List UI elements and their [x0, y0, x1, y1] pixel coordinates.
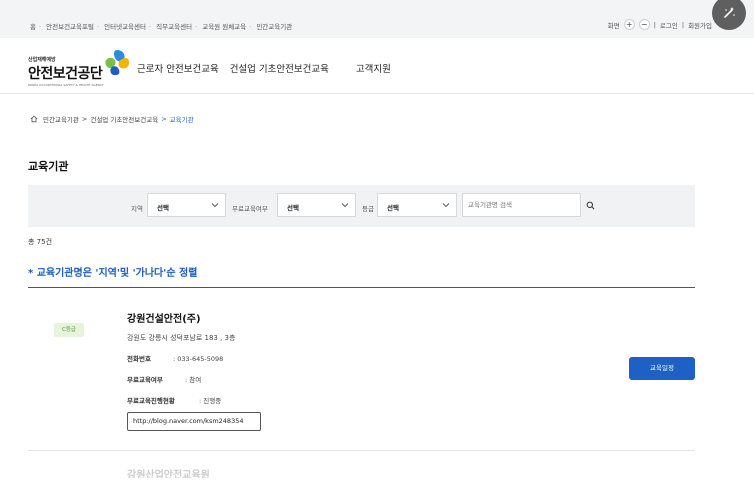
zoom-out-button[interactable]: − — [638, 19, 650, 30]
utility-links: 홈 · 안전보건교육포털 · 인터넷교육센터 · 직무교육센터 · 교육원 원체교육 · … — [30, 21, 292, 31]
util-link-job[interactable]: 직무교육센터 — [156, 21, 192, 31]
progress-status-row: 무료교육진행현황 : 진행중 — [127, 395, 221, 405]
keyword-input[interactable] — [463, 194, 580, 216]
region-label: 지역 — [131, 205, 143, 213]
list-divider — [28, 287, 695, 288]
grade-label: 등급 — [362, 205, 374, 213]
site-header: 산업재해예방 안전보건공단 KOREA OCCUPATIONAL SAFETY … — [0, 38, 754, 94]
chevron-down-icon — [341, 203, 349, 208]
util-link-portal[interactable]: 안전보건교육포털 — [46, 21, 94, 31]
logo-title: 안전보건공단 — [28, 66, 103, 82]
breadcrumb-item[interactable]: 건설업 기초안전보건교육 — [90, 114, 158, 124]
util-link-private[interactable]: 민간교육기관 — [256, 21, 292, 31]
breadcrumb-separator: > — [161, 115, 167, 123]
filter-bar: 지역 선택 무료교육여부 선택 등급 선택 — [28, 185, 695, 227]
sort-notice: * 교육기관명은 '지역'및 '가나다'순 정렬 — [28, 268, 198, 279]
nav-construction-education[interactable]: 건설업 기초안전보건교육 — [230, 61, 329, 75]
free-education-select[interactable]: 선택 — [277, 193, 356, 217]
join-link[interactable]: 회원가입 — [688, 20, 712, 30]
phone-value: : 033-645-5098 — [173, 355, 224, 363]
separator: · — [195, 23, 198, 31]
grade-select[interactable]: 선택 — [377, 193, 457, 217]
education-schedule-button[interactable]: 교육일정 — [629, 357, 695, 380]
free-education-row: 무료교육여부 : 참여 — [127, 374, 201, 384]
utility-right: 화면 + − | 로그인 | 회원가입 — [608, 19, 712, 30]
breadcrumb-separator: > — [81, 115, 88, 123]
logo-english: KOREA OCCUPATIONAL SAFETY & HEALTH AGENC… — [28, 83, 104, 87]
breadcrumb-item[interactable]: 민간교육기관 — [43, 114, 79, 124]
main-nav: 근로자 안전보건교육 건설업 기초안전보건교육 고객지원 — [137, 61, 402, 75]
magic-wand-icon — [724, 7, 735, 18]
region-select[interactable]: 선택 — [147, 193, 226, 217]
region-select-value: 선택 — [157, 204, 169, 212]
page-title: 교육기관 — [28, 160, 69, 173]
phone-label: 전화번호 — [127, 355, 151, 363]
chevron-down-icon — [442, 203, 450, 208]
free-education-label: 무료교육여부 — [232, 205, 268, 213]
separator: · — [249, 23, 252, 31]
phone-row: 전화번호 : 033-645-5098 — [127, 353, 223, 363]
util-link-institute[interactable]: 교육원 원체교육 — [202, 21, 246, 31]
home-icon[interactable] — [30, 115, 38, 123]
keyword-field[interactable] — [462, 193, 581, 217]
separator: · — [149, 23, 152, 31]
free-education-row-label: 무료교육여부 — [127, 376, 163, 384]
kosha-logo-mark-icon — [105, 50, 130, 76]
breadcrumb-current: 교육기관 — [169, 116, 194, 124]
separator: | — [681, 20, 685, 29]
next-institution-name: 강원산업안전교육원 — [127, 470, 210, 478]
zoom-in-button[interactable]: + — [623, 19, 635, 30]
search-icon[interactable] — [586, 201, 595, 210]
logo-subtitle: 산업재해예방 — [28, 57, 56, 63]
separator: · — [96, 23, 100, 31]
institution-address: 강원도 강릉시 성덕포남로 183 , 3층 — [127, 334, 236, 342]
kosha-logo[interactable]: 산업재해예방 안전보건공단 KOREA OCCUPATIONAL SAFETY … — [28, 48, 138, 88]
separator: · — [38, 23, 42, 31]
separator: | — [653, 20, 656, 29]
magic-wand-button[interactable] — [712, 0, 746, 30]
breadcrumb: 민간교육기관 > 건설업 기초안전보건교육 > 교육기관 — [30, 114, 194, 124]
chevron-down-icon — [211, 203, 219, 208]
utility-bar: 홈 · 안전보건교육포털 · 인터넷교육센터 · 직무교육센터 · 교육원 원체교육 · … — [0, 0, 754, 38]
util-link-home[interactable]: 홈 — [30, 21, 36, 31]
institution-name: 강원건설안전(주) — [127, 314, 201, 325]
nav-worker-education[interactable]: 근로자 안전보건교육 — [137, 61, 219, 75]
free-education-row-value: : 참여 — [185, 376, 202, 384]
util-link-internet[interactable]: 인터넷교육센터 — [104, 21, 146, 31]
grade-select-value: 선택 — [387, 204, 399, 212]
grade-badge: C등급 — [54, 323, 84, 337]
progress-status-value: : 진행중 — [199, 397, 222, 405]
login-link[interactable]: 로그인 — [660, 20, 678, 30]
progress-status-label: 무료교육진행현황 — [127, 397, 175, 405]
free-education-select-value: 선택 — [287, 204, 299, 212]
homepage-link[interactable]: http://blog.naver.com/ksm248354 — [127, 412, 261, 431]
item-divider — [28, 450, 695, 451]
total-count: 총 75건 — [28, 238, 53, 246]
nav-customer-support[interactable]: 고객지원 — [356, 61, 391, 75]
screen-size-label: 화면 — [607, 21, 620, 30]
